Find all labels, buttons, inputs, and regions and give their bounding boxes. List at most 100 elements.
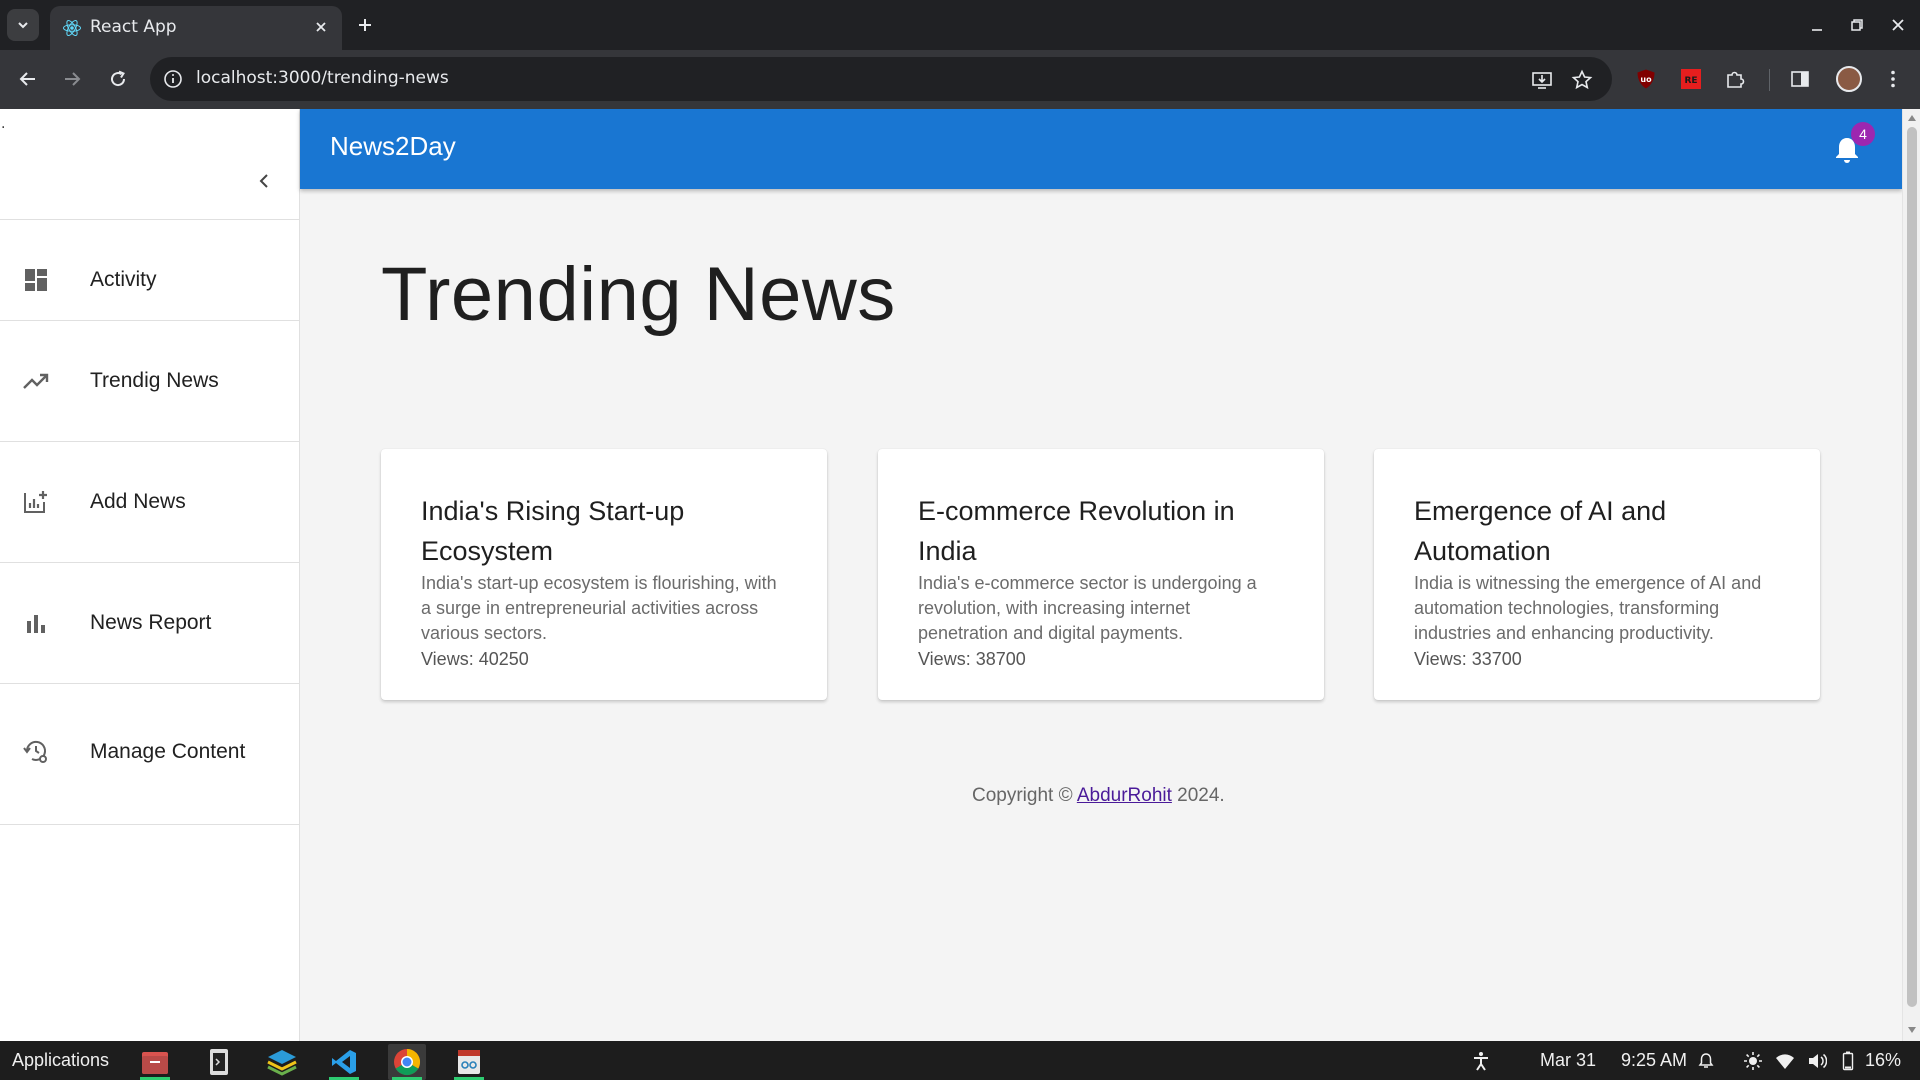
triangle-up-icon [1908, 115, 1916, 121]
url-text[interactable]: localhost:3000/trending-news [196, 68, 449, 88]
ublock-icon: uo [1637, 69, 1655, 89]
taskbar-time[interactable]: 9:25 AM [1621, 1050, 1687, 1071]
extension-badge-icon: RE [1681, 69, 1701, 89]
volume-icon [1809, 1053, 1827, 1069]
scrollbar-thumb[interactable] [1907, 127, 1917, 1007]
sidebar-item-label: Manage Content [90, 740, 246, 763]
close-window-button[interactable] [1885, 13, 1911, 37]
author-link[interactable]: AbdurRohit [1077, 785, 1172, 806]
bar-chart-icon [22, 609, 50, 637]
news-card-title: E-commerce Revolution in India [918, 496, 1235, 566]
react-logo-icon [63, 19, 81, 37]
sidebar-item-trending-news[interactable]: Trendig News [0, 321, 300, 441]
sidebar-item-news-report[interactable]: News Report [0, 563, 300, 683]
scroll-up-arrow[interactable] [1907, 113, 1917, 123]
info-icon[interactable] [162, 68, 184, 90]
accessibility-icon [1474, 1052, 1488, 1071]
ublock-extension[interactable]: uo [1633, 66, 1659, 92]
reload-button[interactable] [103, 64, 133, 94]
taskbar-layers-app[interactable] [263, 1044, 301, 1080]
sidebar-collapse-button[interactable] [250, 167, 278, 195]
tab-search-button[interactable] [7, 9, 39, 41]
sidebar-divider [0, 824, 300, 825]
news-card[interactable]: E-commerce Revolution in India India's e… [878, 449, 1324, 700]
install-desktop-icon [1532, 72, 1552, 89]
news-card-description: India is witnessing the emergence of AI … [1414, 573, 1762, 643]
minimize-icon [1812, 29, 1822, 31]
copyright-suffix: 2024. [1171, 785, 1225, 806]
document-viewer-icon [458, 1050, 480, 1074]
news-card-description: India's start-up ecosystem is flourishin… [421, 573, 777, 643]
forward-button[interactable] [57, 64, 87, 94]
brand-title[interactable]: News2Day [330, 131, 456, 162]
layers-icon [267, 1050, 297, 1076]
close-icon [316, 22, 326, 32]
news-card-views: Views: 40250 [421, 649, 529, 669]
address-bar[interactable]: localhost:3000/trending-news [150, 57, 1612, 101]
trending-up-icon [22, 367, 50, 395]
sidebar-item-manage-content[interactable]: Manage Content [0, 684, 300, 824]
sidebar: . Activity Trendig News Add News News Re… [0, 109, 300, 1041]
restore-button[interactable] [1844, 13, 1870, 37]
restore-icon [1851, 19, 1863, 31]
news-card-views: Views: 38700 [918, 649, 1026, 669]
back-button[interactable] [13, 64, 43, 94]
puzzle-icon [1727, 71, 1745, 88]
react-devtools-extension[interactable]: RE [1678, 66, 1704, 92]
news-card[interactable]: India's Rising Start-up Ecosystem India'… [381, 449, 827, 700]
wifi-tray[interactable] [1773, 1049, 1797, 1073]
browser-toolbar: localhost:3000/trending-news uo RE [0, 50, 1920, 109]
reload-icon [111, 70, 126, 87]
taskbar-viewer-app[interactable] [450, 1044, 488, 1080]
brightness-tray[interactable] [1741, 1049, 1765, 1073]
triangle-down-icon [1908, 1027, 1916, 1033]
add-chart-icon [22, 488, 50, 516]
taskbar-date[interactable]: Mar 31 [1540, 1050, 1596, 1071]
notifications-tray[interactable] [1694, 1049, 1718, 1073]
install-app-button[interactable] [1530, 68, 1554, 92]
new-tab-button[interactable] [352, 12, 378, 38]
app-viewport: . Activity Trendig News Add News News Re… [0, 109, 1920, 1041]
os-taskbar: Applications Mar 31 9:25 AM 16% [0, 1041, 1920, 1080]
profile-avatar[interactable] [1836, 66, 1862, 92]
tab-close-button[interactable] [310, 16, 332, 38]
taskbar-files[interactable] [136, 1044, 174, 1080]
sidebar-item-label: Add News [90, 490, 186, 513]
tab-title: React App [90, 17, 177, 37]
side-panel-icon [1791, 71, 1809, 87]
scroll-down-arrow[interactable] [1907, 1025, 1917, 1035]
arrow-right-icon [65, 72, 81, 86]
applications-menu[interactable]: Applications [12, 1050, 109, 1071]
news-card-views: Views: 33700 [1414, 649, 1522, 669]
more-vertical-icon [1891, 70, 1895, 88]
news-card-description: India's e-commerce sector is undergoing … [918, 573, 1257, 643]
copyright-footer: Copyright © AbdurRohit 2024. [972, 785, 1225, 807]
chevron-left-icon [259, 174, 268, 188]
accessibility-tray[interactable] [1469, 1049, 1493, 1073]
notification-badge: 4 [1851, 122, 1875, 146]
battery-tray[interactable] [1836, 1049, 1860, 1073]
browser-menu-button[interactable] [1880, 66, 1906, 92]
taskbar-chrome[interactable] [388, 1044, 426, 1080]
battery-percent: 16% [1865, 1050, 1902, 1070]
browser-tab[interactable]: React App [50, 6, 342, 50]
dashboard-icon [22, 266, 50, 294]
close-icon [1892, 19, 1904, 31]
extensions-button[interactable] [1722, 66, 1748, 92]
brightness-icon [1744, 1052, 1762, 1070]
news-card[interactable]: Emergence of AI and Automation India is … [1374, 449, 1820, 700]
bookmark-button[interactable] [1570, 68, 1594, 92]
svg-text:uo: uo [1640, 75, 1652, 84]
chevron-down-icon [18, 22, 28, 29]
taskbar-vscode[interactable] [325, 1044, 363, 1080]
minimize-button[interactable] [1804, 13, 1830, 37]
page-scrollbar[interactable] [1902, 109, 1920, 1041]
sidebar-item-add-news[interactable]: Add News [0, 442, 300, 562]
terminal-icon [210, 1049, 228, 1075]
side-panel-button[interactable] [1787, 66, 1813, 92]
taskbar-terminal[interactable] [200, 1044, 238, 1080]
arrow-left-icon [19, 72, 35, 86]
news-card-title: Emergence of AI and Automation [1414, 496, 1667, 566]
volume-tray[interactable] [1805, 1049, 1829, 1073]
folder-icon [142, 1052, 168, 1074]
